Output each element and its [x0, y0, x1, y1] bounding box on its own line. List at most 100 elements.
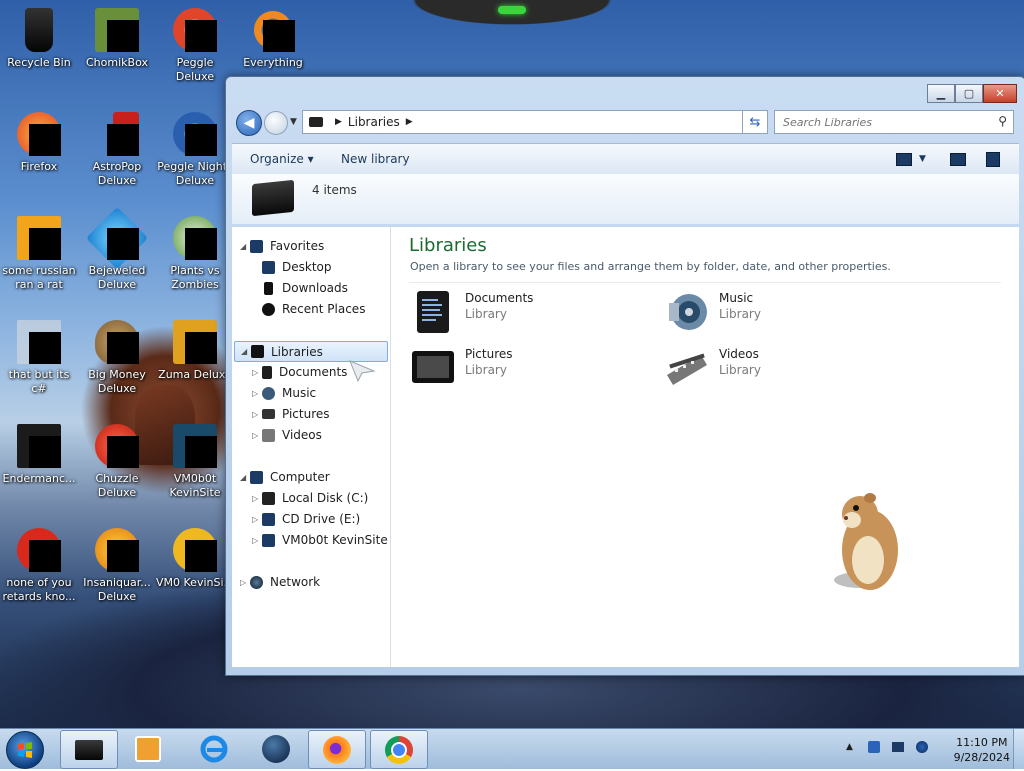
nav-local-disk[interactable]: ▷ Local Disk (C:)	[252, 491, 368, 505]
back-button[interactable]: ◀	[236, 110, 262, 136]
nav-pictures[interactable]: ▷ Pictures	[252, 407, 330, 421]
refresh-button[interactable]: ⇆	[742, 110, 768, 134]
recent-pages-dropdown[interactable]: ▼	[290, 117, 297, 127]
search-box[interactable]: ⚲	[774, 110, 1014, 134]
desktop-icon-chuzzle[interactable]: Chuzzle Deluxe	[78, 422, 156, 500]
desktop-icon-recycle-bin[interactable]: Recycle Bin	[0, 6, 78, 70]
recent-places-icon	[262, 302, 275, 316]
desktop-icon-vm0[interactable]: VM0 KevinSi...	[156, 526, 234, 590]
nav-videos[interactable]: ▷ Videos	[252, 428, 322, 442]
forward-button[interactable]	[264, 111, 288, 135]
show-hidden-icons-button[interactable]: ▲	[846, 742, 858, 754]
network-icon[interactable]	[892, 742, 904, 752]
nav-music[interactable]: ▷ Music	[252, 386, 316, 400]
breadcrumb-separator-icon[interactable]: ▶	[335, 117, 342, 127]
desktop-icon-endermanch[interactable]: Endermanc...	[0, 422, 78, 486]
volume-icon[interactable]	[916, 741, 928, 753]
expand-arrow-icon[interactable]: ▷	[252, 515, 262, 524]
library-name: Pictures	[465, 347, 513, 361]
start-button[interactable]	[6, 731, 44, 769]
hamster-mascot[interactable]	[820, 488, 910, 598]
expand-arrow-icon[interactable]: ▷	[252, 389, 262, 398]
content-pane: Libraries Open a library to see your fil…	[391, 227, 1019, 667]
library-documents[interactable]: Documents Library	[411, 289, 651, 341]
nav-desktop[interactable]: Desktop	[262, 260, 332, 274]
desktop-icon-astropop[interactable]: AstroPop Deluxe	[78, 110, 156, 188]
nav-documents[interactable]: ▷ Documents	[252, 365, 347, 379]
desktop-icon-label: Peggle Nights Deluxe	[157, 160, 233, 187]
library-videos[interactable]: Videos Library	[665, 345, 905, 397]
collapse-arrow-icon[interactable]: ◢	[240, 242, 250, 251]
favorites-star-icon	[250, 239, 263, 253]
nav-downloads[interactable]: Downloads	[262, 281, 348, 295]
desktop-icon-c-sharp[interactable]: that but its c#	[0, 318, 78, 396]
taskbar-globe-button[interactable]	[248, 730, 304, 767]
new-library-button[interactable]: New library	[341, 152, 410, 166]
taskbar-ie-button[interactable]	[186, 730, 242, 767]
maximize-button[interactable]: ▢	[955, 84, 983, 103]
search-input[interactable]	[781, 111, 985, 133]
taskbar-firefox-button[interactable]	[308, 730, 366, 769]
clock[interactable]: 11:10 PM 9/28/2024	[954, 735, 1010, 765]
view-options-dropdown[interactable]: ▼	[919, 154, 926, 164]
minimize-button[interactable]: ▁	[927, 84, 955, 103]
expand-arrow-icon[interactable]: ▷	[252, 536, 262, 545]
desktop-icon-vm0b0t[interactable]: VM0b0t KevinSite	[156, 422, 234, 500]
desktop-icon-russian-rat[interactable]: some russian ran a rat	[0, 214, 78, 292]
search-icon[interactable]: ⚲	[998, 114, 1007, 128]
taskbar-chrome-button[interactable]	[370, 730, 428, 769]
desktop-icon-label: that but its c#	[8, 368, 70, 395]
breadcrumb-separator-icon[interactable]: ▶	[406, 117, 413, 127]
expand-arrow-icon[interactable]: ▷	[240, 578, 250, 587]
refresh-icon: ⇆	[749, 114, 761, 130]
change-view-icon[interactable]	[896, 153, 912, 166]
desktop-icon-none-of-you[interactable]: none of you retards kno...	[0, 526, 78, 604]
libraries-icon	[75, 739, 103, 760]
nav-favorites[interactable]: ◢ Favorites	[240, 239, 324, 253]
media-player-icon	[135, 735, 161, 762]
desktop-icon-big-money[interactable]: Big Money Deluxe	[78, 318, 156, 396]
mouse-cursor-icon	[349, 360, 376, 383]
nav-network[interactable]: ▷ Network	[240, 575, 320, 589]
nav-vm-site[interactable]: ▷ VM0b0t KevinSite	[252, 533, 388, 547]
desktop-icon-peggle-nights[interactable]: Peggle Nights Deluxe	[156, 110, 234, 188]
expand-arrow-icon[interactable]: ▷	[252, 494, 262, 503]
library-music[interactable]: Music Library	[665, 289, 905, 341]
clock-time: 11:10 PM	[956, 736, 1008, 749]
network-drive-icon	[262, 533, 275, 547]
desktop-icon-bejeweled[interactable]: Bejeweled Deluxe	[78, 206, 156, 292]
taskbar-explorer-button[interactable]	[60, 730, 118, 769]
desktop-icon-pvz[interactable]: Plants vs Zombies	[156, 214, 234, 292]
desktop-icon-chomikbox[interactable]: ChomikBox	[78, 6, 156, 70]
breadcrumb-libraries[interactable]: Libraries	[348, 115, 400, 129]
app-icon	[15, 422, 63, 470]
expand-arrow-icon[interactable]: ▷	[252, 368, 262, 377]
nav-computer[interactable]: ◢ Computer	[240, 470, 330, 484]
top-indicator	[498, 6, 526, 14]
tray-app-icon[interactable]	[868, 741, 880, 753]
address-bar[interactable]: ▶ Libraries ▶ ▼	[302, 110, 768, 134]
desktop-icon-insaniquarium[interactable]: Insaniquar... Deluxe	[78, 526, 156, 604]
taskbar-media-player-button[interactable]	[120, 730, 176, 767]
show-desktop-button[interactable]	[1013, 729, 1024, 769]
preview-pane-icon[interactable]	[950, 153, 966, 166]
library-pictures[interactable]: Pictures Library	[411, 345, 651, 397]
content-title: Libraries	[409, 235, 487, 256]
clock-date: 9/28/2024	[953, 751, 1010, 764]
desktop-icon-zuma[interactable]: Zuma Deluxe	[156, 318, 234, 382]
expand-arrow-icon[interactable]: ▷	[252, 410, 262, 419]
divider	[409, 282, 1001, 283]
nav-cd-drive[interactable]: ▷ CD Drive (E:)	[252, 512, 360, 526]
collapse-arrow-icon[interactable]: ◢	[240, 473, 250, 482]
desktop-icon-firefox[interactable]: Firefox	[0, 110, 78, 174]
close-button[interactable]: ✕	[983, 84, 1017, 103]
help-icon[interactable]	[986, 152, 1000, 167]
pictures-library-icon	[412, 351, 454, 383]
command-bar: Organize ▾ New library ▼	[232, 143, 1019, 175]
collapse-arrow-icon[interactable]: ◢	[241, 347, 251, 356]
nav-recent-places[interactable]: Recent Places	[262, 302, 365, 316]
desktop-icon-everything[interactable]: Everything	[234, 6, 312, 70]
organize-button[interactable]: Organize ▾	[250, 152, 314, 166]
desktop-icon-peggle[interactable]: Peggle Deluxe	[156, 6, 234, 84]
expand-arrow-icon[interactable]: ▷	[252, 431, 262, 440]
